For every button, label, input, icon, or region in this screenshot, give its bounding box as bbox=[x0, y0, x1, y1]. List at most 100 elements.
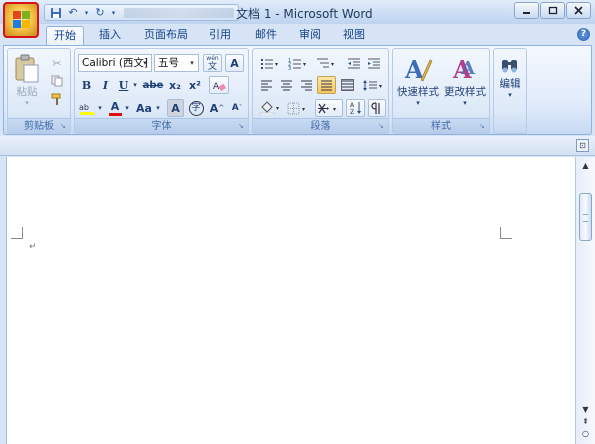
font-color-button[interactable]: A bbox=[107, 99, 123, 117]
svg-text:▾: ▾ bbox=[302, 106, 305, 113]
restore-button[interactable] bbox=[540, 2, 565, 19]
paste-button[interactable]: 粘贴 ▾ bbox=[10, 52, 44, 107]
distributed-button[interactable] bbox=[338, 76, 356, 94]
scroll-thumb[interactable] bbox=[579, 193, 592, 241]
numbering-button[interactable]: 1 2 3 ▾ bbox=[285, 54, 311, 72]
chinese-layout-button[interactable]: ▾ bbox=[315, 99, 343, 117]
window-title: 文档 1 - Microsoft Word bbox=[236, 7, 373, 21]
align-left-button[interactable] bbox=[257, 76, 275, 94]
minimize-button[interactable] bbox=[514, 2, 539, 19]
document-page[interactable]: ↵ bbox=[6, 157, 575, 444]
office-logo-icon bbox=[13, 11, 30, 28]
paragraph-launcher-icon[interactable]: ↘ bbox=[378, 122, 386, 130]
borders-button[interactable]: ▾ bbox=[285, 99, 311, 117]
help-icon[interactable]: ? bbox=[577, 28, 590, 41]
tab-home[interactable]: 开始 bbox=[46, 26, 84, 45]
font-size-select[interactable]: 五号 ▾ bbox=[154, 54, 199, 72]
svg-text:3: 3 bbox=[288, 66, 291, 70]
format-painter-icon[interactable] bbox=[48, 90, 66, 108]
character-border-button[interactable]: A bbox=[225, 54, 244, 72]
justify-icon bbox=[321, 80, 332, 91]
character-shading-button[interactable]: A bbox=[167, 99, 184, 117]
redo-icon[interactable]: ↻ bbox=[93, 6, 107, 19]
decrease-indent-button[interactable] bbox=[345, 54, 363, 72]
paragraph-group-label: 段落 bbox=[253, 118, 388, 133]
font-launcher-icon[interactable]: ↘ bbox=[238, 122, 246, 130]
ribbon: 粘贴 ▾ ✂ 剪贴板 ↘ Calibri (西文] ▾ 五号 ▾ wén 文 A… bbox=[3, 45, 592, 135]
enclose-characters-button[interactable]: 字 bbox=[187, 99, 205, 117]
phonetic-guide-button[interactable]: wén 文 bbox=[203, 54, 222, 72]
change-case-button[interactable]: Aa bbox=[134, 99, 154, 117]
shrink-font-button[interactable]: Aˇ bbox=[228, 99, 246, 117]
highlight-dropdown-icon[interactable]: ▾ bbox=[96, 99, 104, 117]
page-corner-top-right bbox=[500, 227, 512, 239]
sort-button[interactable]: AZ bbox=[346, 99, 365, 117]
scroll-up-icon[interactable]: ▲ bbox=[579, 159, 592, 172]
editing-button[interactable]: 编辑 ▾ bbox=[495, 52, 525, 112]
caret-down-icon: ˇ bbox=[238, 104, 243, 112]
tab-page-layout[interactable]: 页面布局 bbox=[138, 26, 194, 45]
styles-launcher-icon[interactable]: ↘ bbox=[479, 122, 487, 130]
align-center-button[interactable] bbox=[277, 76, 295, 94]
tab-view[interactable]: 视图 bbox=[336, 26, 372, 45]
group-editing: 编辑 ▾ bbox=[493, 48, 527, 134]
svg-text:▾: ▾ bbox=[331, 61, 334, 68]
quick-access-toolbar: ↶ ▾ ↻ ▾ bbox=[44, 4, 239, 21]
close-button[interactable] bbox=[566, 2, 591, 19]
bold-button[interactable]: B bbox=[78, 76, 95, 94]
justify-button[interactable] bbox=[317, 76, 336, 94]
change-styles-label: 更改样式 bbox=[444, 86, 486, 98]
quick-styles-button[interactable]: A 快速样式 ▾ bbox=[396, 52, 440, 112]
tab-insert[interactable]: 插入 bbox=[92, 26, 128, 45]
tab-references[interactable]: 引用 bbox=[202, 26, 238, 45]
undo-dropdown-icon[interactable]: ▾ bbox=[83, 6, 90, 19]
subscript-button[interactable]: x₂ bbox=[166, 76, 184, 94]
browse-object-icon[interactable]: ○ bbox=[579, 427, 592, 440]
bullets-button[interactable]: ▾ bbox=[257, 54, 283, 72]
grow-font-button[interactable]: A ^ bbox=[208, 99, 226, 117]
tab-review[interactable]: 审阅 bbox=[292, 26, 328, 45]
underline-dropdown-icon[interactable]: ▾ bbox=[131, 76, 139, 94]
increase-indent-icon bbox=[368, 58, 380, 68]
increase-indent-button[interactable] bbox=[365, 54, 383, 72]
save-icon[interactable] bbox=[49, 6, 63, 19]
italic-button[interactable]: I bbox=[97, 76, 114, 94]
shading-button[interactable]: ▾ bbox=[257, 99, 283, 117]
line-spacing-button[interactable]: ▾ bbox=[360, 76, 386, 94]
undo-icon[interactable]: ↶ bbox=[66, 6, 80, 19]
cut-icon[interactable]: ✂ bbox=[48, 54, 66, 72]
quick-styles-icon: A bbox=[404, 55, 433, 84]
caret-up-icon: ^ bbox=[218, 104, 225, 112]
change-styles-button[interactable]: A A 更改样式 ▾ bbox=[443, 52, 487, 112]
align-right-icon bbox=[300, 80, 312, 91]
office-button[interactable] bbox=[3, 2, 39, 38]
sort-icon: AZ bbox=[350, 102, 361, 115]
tab-mailings[interactable]: 邮件 bbox=[248, 26, 284, 45]
change-styles-icon: A A bbox=[452, 55, 476, 84]
font-color-swatch bbox=[108, 112, 122, 116]
align-right-button[interactable] bbox=[297, 76, 315, 94]
svg-text:Z: Z bbox=[350, 109, 354, 115]
binoculars-icon bbox=[502, 60, 517, 73]
font-family-select[interactable]: Calibri (西文] ▾ bbox=[78, 54, 152, 72]
multilevel-list-button[interactable]: ▾ bbox=[313, 54, 339, 72]
customize-qat-icon[interactable]: ▾ bbox=[110, 6, 117, 19]
clipboard-launcher-icon[interactable]: ↘ bbox=[60, 122, 68, 130]
copy-icon[interactable] bbox=[48, 72, 66, 90]
underline-button[interactable]: U bbox=[116, 76, 131, 94]
title-bar: ↶ ▾ ↻ ▾ 文档 1 - Microsoft Word bbox=[0, 0, 595, 24]
clear-formatting-button[interactable]: A bbox=[209, 76, 229, 94]
align-left-icon bbox=[260, 80, 272, 91]
change-case-dropdown-icon[interactable]: ▾ bbox=[154, 99, 162, 117]
show-marks-button[interactable] bbox=[368, 99, 386, 117]
vertical-scrollbar[interactable]: ▲ ▼ ⇞ ○ bbox=[575, 157, 595, 444]
superscript-button[interactable]: x² bbox=[186, 76, 204, 94]
group-font: Calibri (西文] ▾ 五号 ▾ wén 文 A B I U ▾ abe … bbox=[74, 48, 249, 134]
bullets-icon: ▾ bbox=[261, 58, 278, 69]
view-ruler-icon[interactable]: ⊡ bbox=[576, 139, 589, 152]
strikethrough-button[interactable]: abe bbox=[142, 76, 164, 94]
svg-text:▾: ▾ bbox=[303, 61, 306, 68]
ruler-strip: ⊡ bbox=[0, 136, 595, 156]
font-color-dropdown-icon[interactable]: ▾ bbox=[123, 99, 131, 117]
highlight-button[interactable]: ab bbox=[78, 99, 96, 117]
